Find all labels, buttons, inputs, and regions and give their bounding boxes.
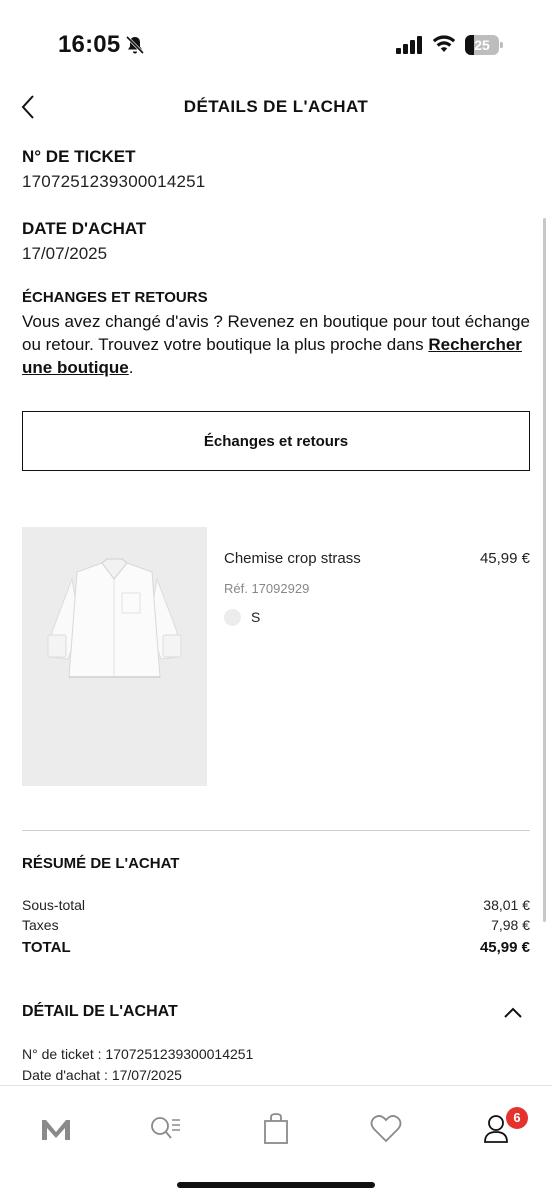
color-swatch: [224, 609, 241, 626]
detail-ticket-line: N° de ticket : 1707251239300014251: [22, 1046, 254, 1062]
subtotal-label: Sous-total: [22, 897, 86, 913]
purchase-detail-title[interactable]: DÉTAIL DE L'ACHAT: [22, 1003, 178, 1021]
status-bar: 16:05 25: [0, 0, 552, 80]
exchanges-returns-button-label: Échanges et retours: [203, 432, 349, 450]
divider: [22, 830, 530, 831]
heart-icon[interactable]: [366, 1110, 406, 1148]
wifi-icon: [432, 35, 456, 52]
home-logo-icon[interactable]: [36, 1110, 76, 1148]
product-size: S: [251, 609, 261, 625]
home-indicator: [177, 1182, 375, 1188]
battery-level: 25: [474, 37, 490, 53]
exchanges-title: ÉCHANGES ET RETOURS: [22, 289, 208, 306]
scrollbar[interactable]: [543, 218, 546, 922]
subtotal-value: 38,01 €: [483, 897, 530, 913]
taxes-value: 7,98 €: [491, 917, 530, 933]
exchanges-text: Vous avez changé d'avis ? Revenez en bou…: [22, 310, 532, 379]
taxes-label: Taxes: [22, 917, 59, 933]
search-icon[interactable]: [146, 1110, 186, 1148]
purchase-date-label: DATE D'ACHAT: [22, 219, 147, 238]
ticket-label: N° DE TICKET: [22, 147, 136, 166]
total-label: TOTAL: [22, 939, 71, 956]
summary-title: RÉSUMÉ DE L'ACHAT: [22, 855, 180, 872]
detail-date-line: Date d'achat : 17/07/2025: [22, 1067, 182, 1083]
purchase-date-value: 17/07/2025: [22, 244, 108, 263]
chevron-up-icon[interactable]: [500, 1000, 526, 1024]
shopping-bag-icon[interactable]: [256, 1110, 296, 1148]
product-price: 45,99 €: [479, 550, 530, 567]
product-image[interactable]: [22, 527, 207, 786]
status-time: 16:05: [58, 31, 121, 58]
product-name[interactable]: Chemise crop strass: [224, 550, 361, 567]
battery-icon: 25: [465, 35, 503, 55]
page-title: DÉTAILS DE L'ACHAT: [183, 97, 369, 116]
ticket-number: 1707251239300014251: [22, 172, 206, 191]
exchanges-returns-button[interactable]: Échanges et retours: [22, 411, 530, 471]
exchanges-suffix: .: [128, 358, 134, 377]
notification-badge: 6: [506, 1107, 528, 1129]
white-crop-shirt-image: [47, 558, 182, 678]
total-value: 45,99 €: [479, 939, 530, 956]
cellular-signal-icon: [396, 36, 422, 54]
bell-slash-icon: [125, 35, 145, 55]
product-reference: Réf. 17092929: [224, 581, 310, 596]
